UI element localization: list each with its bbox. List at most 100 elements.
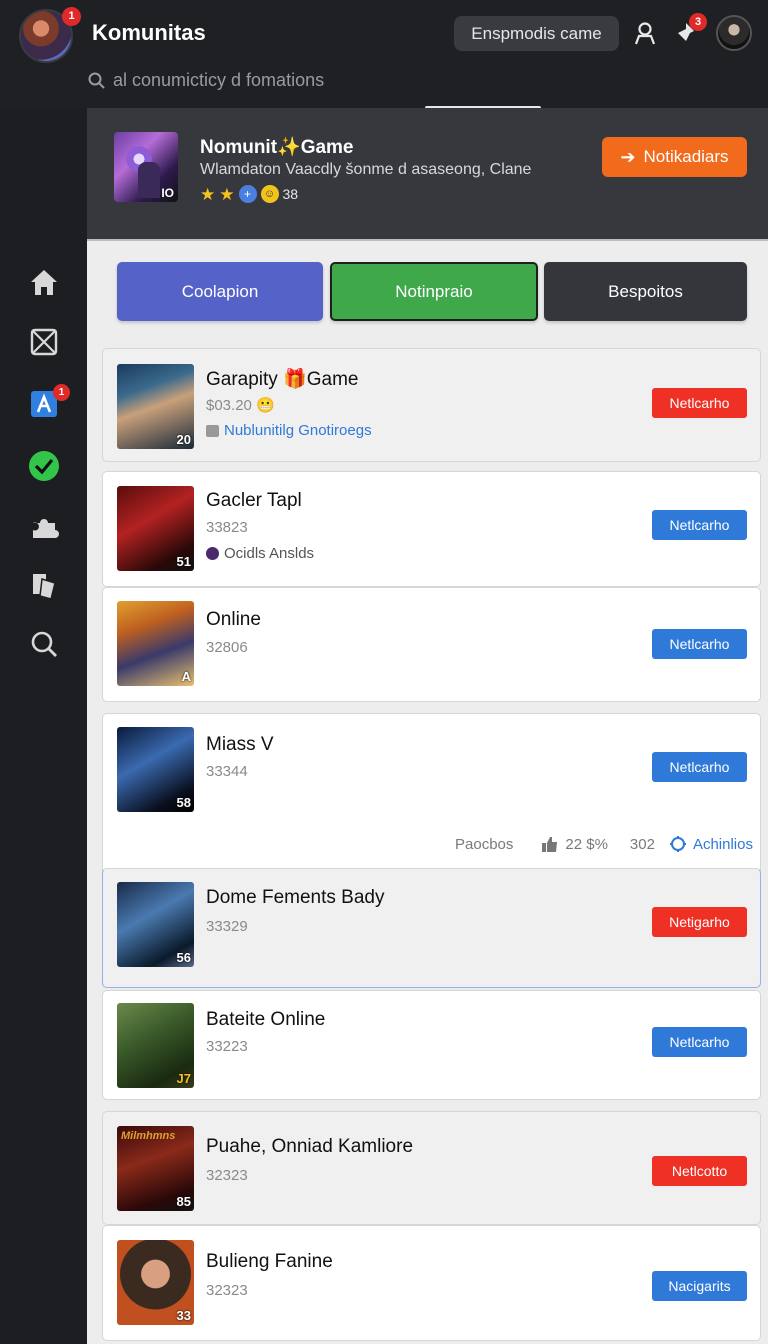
meta-label: Paocbos: [455, 835, 514, 853]
game-price: 33344: [206, 763, 248, 780]
list-item[interactable]: 51 Gacler Tapl 33823 Ocidls Anslds Netlc…: [102, 471, 761, 587]
status-badge[interactable]: Nacigarits: [652, 1271, 747, 1301]
puzzle-icon: [33, 519, 59, 538]
user-icon: [634, 22, 656, 45]
game-title: Gacler Tapl: [206, 490, 302, 511]
thumb-number: J7: [176, 1071, 191, 1086]
page-title: Komunitas: [92, 20, 206, 45]
thumb-number: 33: [176, 1308, 191, 1323]
game-price: 32806: [206, 639, 248, 656]
user-avatar[interactable]: [716, 15, 752, 51]
game-title: Bulieng Fanine: [206, 1251, 333, 1272]
game-title: Dome Fements Bady: [206, 887, 385, 908]
notifications-cta-label: Notikadiars: [643, 147, 729, 166]
calendar-icon: [206, 424, 219, 437]
featured-game-subtitle: Wlamdaton Vaacdly šonme d asaseong, Clan…: [200, 161, 532, 178]
game-price: 33329: [206, 918, 248, 935]
game-title: Bateite Online: [206, 1009, 326, 1030]
thumb-number: 85: [176, 1194, 191, 1209]
status-badge[interactable]: Netlcarho: [652, 752, 747, 782]
comments-count: 302: [629, 835, 655, 853]
game-thumbnail: 56: [117, 882, 194, 967]
game-title: Garapity 🎁Game: [206, 369, 359, 390]
game-price: 33223: [206, 1038, 248, 1055]
game-extra: Ocidls Anslds: [206, 545, 314, 562]
badge-icon: +: [238, 185, 257, 203]
game-thumbnail: A: [117, 601, 194, 686]
achievements-link[interactable]: Achinlios: [693, 836, 753, 853]
search-bar[interactable]: al conumicticy d fomations: [88, 68, 324, 92]
sidebar-item-messages[interactable]: [26, 324, 62, 360]
dot-icon: [206, 547, 219, 560]
arrow-right-icon: ➔: [620, 146, 636, 167]
featured-thumb-tag: IO: [161, 186, 174, 200]
status-badge[interactable]: Netlcotto: [652, 1156, 747, 1186]
sidebar-apps-badge: 1: [53, 384, 70, 401]
sidebar: 1: [0, 108, 87, 1344]
game-price: 33823: [206, 519, 248, 536]
list-item[interactable]: 56 Dome Fements Bady 33329 Netigarho: [102, 868, 761, 988]
check-circle-icon: [29, 451, 59, 481]
game-extra-label: Ocidls Anslds: [224, 545, 315, 562]
list-item[interactable]: Milmhmns 85 Puahe, Onniad Kamliore 32323…: [102, 1111, 761, 1225]
search-placeholder: al conumicticy d fomations: [113, 69, 325, 90]
list-item[interactable]: J7 Bateite Online 33223 Netlcarho: [102, 990, 761, 1100]
search-icon: [31, 631, 57, 657]
profile-button[interactable]: [632, 20, 658, 46]
home-icon: [31, 270, 57, 295]
featured-game-rating: ★ ★ + ☺ 38: [200, 185, 298, 203]
rating-count: 38: [282, 186, 299, 202]
game-thumbnail: J7: [117, 1003, 194, 1088]
thumb-number: 56: [176, 950, 191, 965]
game-thumbnail: Milmhmns 85: [117, 1126, 194, 1211]
game-price: 32323: [206, 1282, 248, 1299]
star-icon: ★: [200, 184, 216, 204]
tab-notifications[interactable]: Notinpraio: [330, 262, 538, 321]
game-title: Puahe, Onniad Kamliore: [206, 1136, 414, 1157]
avatar-notification-badge: 1: [62, 7, 81, 26]
game-meta-row: Paocbos 22 $% 302 Achinlios: [455, 835, 753, 853]
featured-game-thumbnail: IO: [114, 132, 178, 202]
achievements-icon: [669, 836, 686, 852]
tab-responses[interactable]: Bespoitos: [544, 262, 747, 321]
list-item[interactable]: 20 Garapity 🎁Game $03.20 😬 Nublunitilg G…: [102, 348, 761, 462]
star-icon: ★: [219, 184, 235, 204]
thumb-title-text: Milmhmns: [121, 1130, 176, 1142]
featured-game-banner[interactable]: IO Nomunit✨Game Wlamdaton Vaacdly šonme …: [87, 108, 768, 241]
status-badge[interactable]: Netlcarho: [652, 388, 747, 418]
game-title: Online: [206, 609, 261, 630]
status-badge[interactable]: Netlcarho: [652, 1027, 747, 1057]
sidebar-item-library[interactable]: [26, 568, 62, 604]
main-panel: IO Nomunit✨Game Wlamdaton Vaacdly šonme …: [87, 108, 768, 1344]
game-thumbnail: 33: [117, 1240, 194, 1325]
sidebar-item-home[interactable]: [26, 264, 62, 300]
thumb-number: A: [181, 669, 191, 684]
list-item[interactable]: 33 Bulieng Fanine 32323 Nacigarits: [102, 1225, 761, 1341]
game-title: Miass V: [206, 734, 274, 755]
likes-count: 22 $%: [565, 835, 608, 853]
status-badge[interactable]: Netlcarho: [652, 510, 747, 540]
list-item[interactable]: A Online 32806 Netlcarho: [102, 587, 761, 702]
tab-bar: Coolapion Notinpraio Bespoitos: [117, 262, 747, 322]
sidebar-item-completed[interactable]: [26, 448, 62, 484]
game-extra-label: Nublunitilg Gnotiroegs: [224, 422, 372, 439]
thumbs-up-icon[interactable]: [541, 835, 559, 853]
envelope-box-icon: [30, 328, 58, 356]
cards-icon: [33, 574, 56, 600]
status-badge[interactable]: Netlcarho: [652, 629, 747, 659]
game-price: 32323: [206, 1167, 248, 1184]
game-selector-button[interactable]: Enspmodis came: [454, 16, 619, 51]
tab-collection[interactable]: Coolapion: [117, 262, 323, 321]
status-badge[interactable]: Netigarho: [652, 907, 747, 937]
game-extra: Nublunitilg Gnotiroegs: [206, 422, 372, 439]
game-thumbnail: 58: [117, 727, 194, 812]
sidebar-item-plugins[interactable]: [26, 509, 62, 545]
featured-game-title: Nomunit✨Game: [200, 137, 354, 158]
sidebar-item-search[interactable]: [26, 626, 62, 662]
smiley-icon: ☺: [260, 185, 279, 203]
search-icon: [88, 72, 105, 89]
thumb-number: 51: [176, 554, 191, 569]
notifications-cta-button[interactable]: ➔ Notikadiars: [602, 137, 747, 177]
thumb-number: 20: [176, 432, 191, 447]
notification-count-badge: 3: [689, 13, 707, 31]
